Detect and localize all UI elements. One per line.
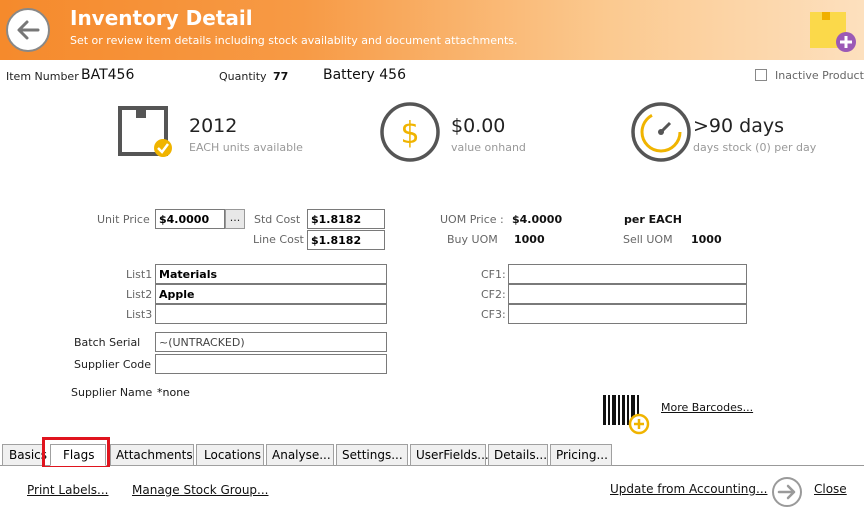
manage-stock-group-link[interactable]: Manage Stock Group... [132, 483, 268, 497]
std-cost-field[interactable]: $1.8182 [307, 209, 385, 229]
close-link[interactable]: Close [814, 482, 847, 496]
inactive-checkbox[interactable] [755, 69, 767, 81]
value-onhand-caption: value onhand [451, 141, 526, 154]
tab-attachments[interactable]: Attachments [110, 444, 194, 466]
uom-price-label: UOM Price : [440, 213, 504, 226]
tab-settings[interactable]: Settings... [336, 444, 408, 466]
supplier-code-label: Supplier Code [74, 358, 151, 371]
barcode-add-icon[interactable] [601, 393, 651, 435]
list3-label: List3 [126, 308, 153, 321]
value-onhand: $0.00 [451, 115, 506, 137]
tab-locations[interactable]: Locations [196, 444, 264, 466]
buy-uom-value: 1000 [514, 233, 545, 246]
arrow-right-circle-icon[interactable] [770, 476, 804, 508]
quantity-label: Quantity [219, 70, 267, 83]
list1-field[interactable]: Materials [155, 264, 387, 284]
page-title: Inventory Detail [70, 6, 253, 30]
box-check-icon [118, 106, 172, 157]
batch-serial-field[interactable]: ~(UNTRACKED) [155, 332, 387, 352]
quantity-value: 77 [273, 70, 289, 83]
tab-highlight-box [42, 437, 110, 469]
list1-label: List1 [126, 268, 153, 281]
std-cost-label: Std Cost [254, 213, 301, 226]
batch-serial-label: Batch Serial [74, 336, 141, 349]
cf2-label: CF2: [481, 288, 506, 301]
list2-label: List2 [126, 288, 153, 301]
supplier-name-value: *none [157, 386, 190, 399]
unit-price-lookup-button[interactable]: ... [225, 209, 245, 229]
units-available-caption: EACH units available [189, 141, 303, 154]
tab-pricing[interactable]: Pricing... [550, 444, 612, 466]
page-header: Inventory Detail Set or review item deta… [0, 0, 864, 60]
sell-uom-value: 1000 [691, 233, 722, 246]
arrow-left-icon [17, 20, 40, 40]
days-stock-caption: days stock (0) per day [693, 141, 817, 154]
add-item-icon[interactable] [808, 8, 856, 54]
supplier-code-field[interactable] [155, 354, 387, 374]
tab-details[interactable]: Details... [488, 444, 548, 466]
tab-bar: Basics Flags Attachments Locations Analy… [0, 444, 864, 466]
unit-price-field[interactable]: $4.0000 [155, 209, 225, 229]
svg-text:$: $ [400, 116, 419, 151]
inactive-label: Inactive Product [775, 69, 864, 82]
line-cost-label: Line Cost [253, 233, 304, 246]
dollar-coin-icon: $ [380, 102, 440, 162]
print-labels-link[interactable]: Print Labels... [27, 483, 109, 497]
unit-price-label: Unit Price [97, 213, 150, 226]
cf3-label: CF3: [481, 308, 506, 321]
item-number-label: Item Number [6, 70, 79, 83]
item-number: BAT456 [81, 67, 135, 83]
tab-basics[interactable]: Basics [2, 444, 47, 466]
cf3-field[interactable] [508, 304, 747, 324]
supplier-name-label: Supplier Name [71, 386, 153, 399]
tab-analyse[interactable]: Analyse... [266, 444, 334, 466]
page-subtitle: Set or review item details including sto… [70, 34, 518, 47]
more-barcodes-link[interactable]: More Barcodes... [661, 401, 753, 414]
cf1-field[interactable] [508, 264, 747, 284]
list3-field[interactable] [155, 304, 387, 324]
per-unit-label: per EACH [624, 213, 682, 226]
line-cost-field[interactable]: $1.8182 [307, 230, 385, 250]
tab-userfields[interactable]: UserFields... [410, 444, 489, 466]
sell-uom-label: Sell UOM [623, 233, 673, 246]
uom-price-value: $4.0000 [512, 213, 563, 226]
cf2-field[interactable] [508, 284, 747, 304]
units-available-value: 2012 [189, 115, 238, 137]
update-from-accounting-link[interactable]: Update from Accounting... [610, 482, 767, 496]
buy-uom-label: Buy UOM [447, 233, 498, 246]
list2-field[interactable]: Apple [155, 284, 387, 304]
back-button[interactable] [6, 8, 50, 52]
days-stock-value: >90 days [693, 115, 784, 137]
gauge-icon [631, 102, 691, 162]
cf1-label: CF1: [481, 268, 506, 281]
item-name: Battery 456 [323, 67, 406, 83]
